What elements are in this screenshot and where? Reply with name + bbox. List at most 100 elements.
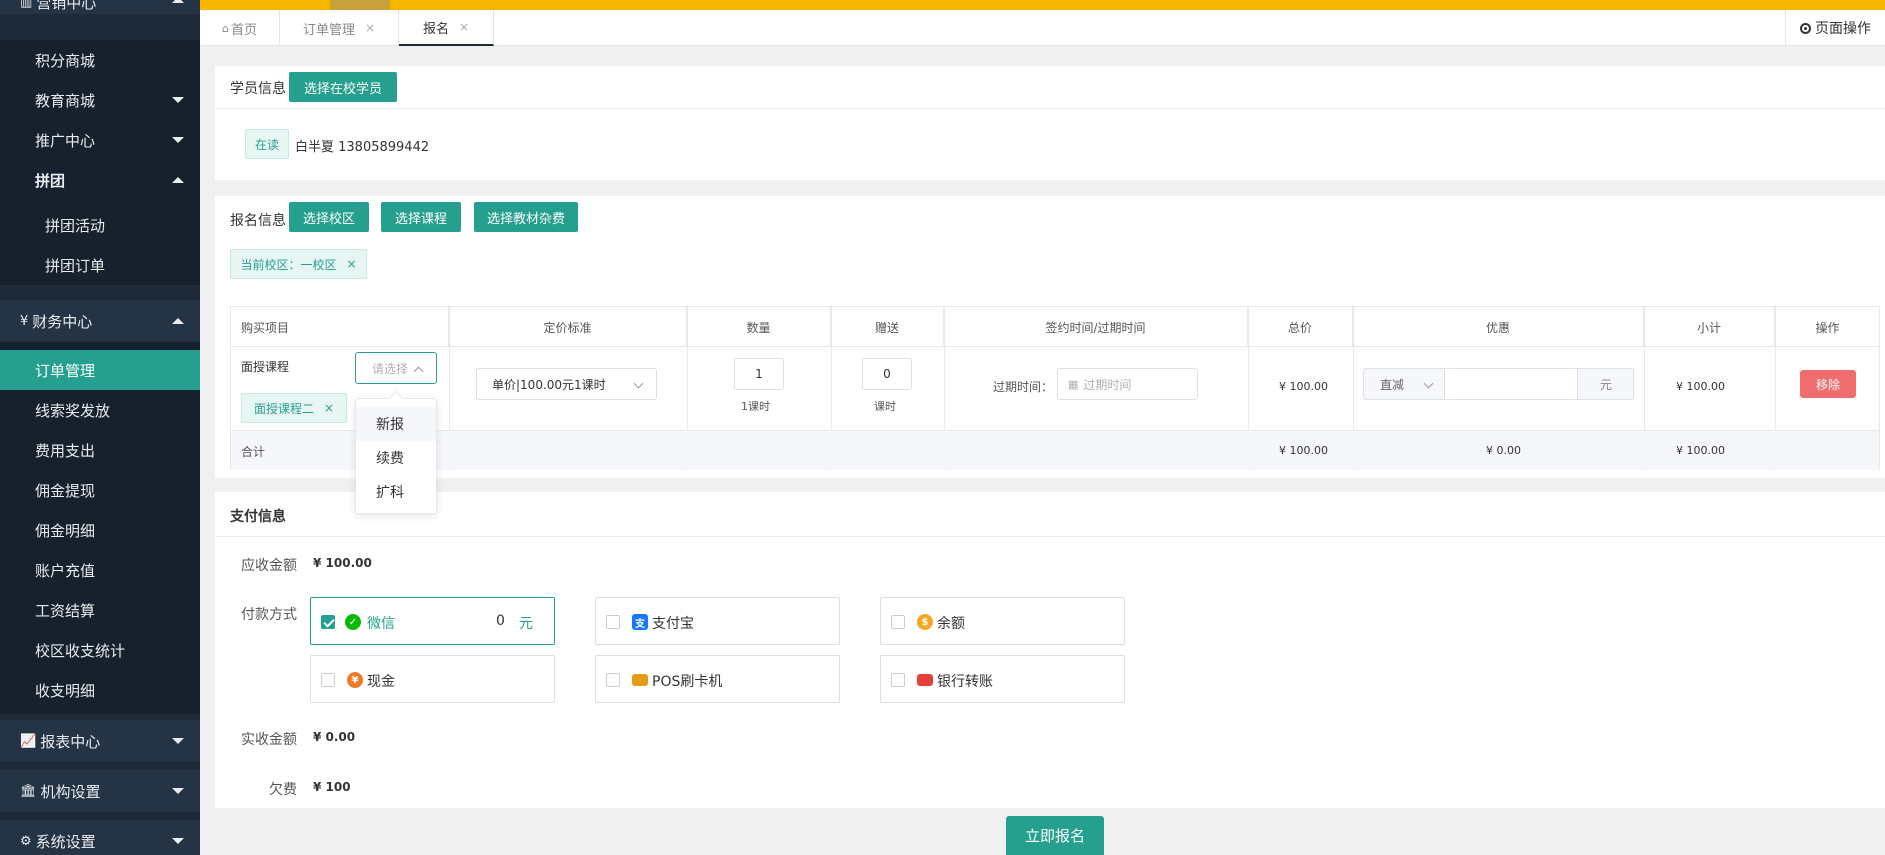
pricing-select[interactable]: 单价|100.00元1课时 xyxy=(476,368,657,400)
student-info-title: 学员信息 xyxy=(230,81,286,97)
payment-option-alipay[interactable]: 支 支付宝 xyxy=(595,597,840,645)
wechat-amount-unit: 元 xyxy=(519,616,533,632)
actual-amount-value: ¥ 0.00 xyxy=(313,730,356,744)
line-chart-icon: 📈 xyxy=(20,733,37,749)
sidebar-item-group-activity[interactable]: 拼团活动 xyxy=(0,205,200,245)
payment-option-balance[interactable]: $ 余额 xyxy=(880,597,1125,645)
checkbox[interactable] xyxy=(321,673,335,687)
payment-option-pos[interactable]: POS刷卡机 xyxy=(595,655,840,703)
checkbox[interactable] xyxy=(891,673,905,687)
checkbox[interactable] xyxy=(606,615,620,629)
sidebar-item-points-mall[interactable]: 积分商城 xyxy=(0,40,200,80)
receivable-value: ¥ 100.00 xyxy=(313,556,372,570)
student-name-phone: 白半夏 13805899442 xyxy=(295,140,430,155)
total-subtotal: ¥ 100.00 xyxy=(1676,444,1725,457)
owed-value: ¥ 100 xyxy=(313,780,351,794)
top-accent-bar xyxy=(200,0,1885,10)
checkbox[interactable] xyxy=(606,673,620,687)
student-info-panel: 学员信息 选择在校学员 在读 白半夏 13805899442 xyxy=(215,66,1885,180)
wechat-amount-input[interactable]: 0 xyxy=(496,613,505,629)
close-icon[interactable]: × xyxy=(459,20,469,34)
quantity-unit: 1课时 xyxy=(741,400,770,413)
enroll-type-select[interactable]: 请选择 xyxy=(355,352,437,384)
row-subtotal: ¥ 100.00 xyxy=(1676,380,1725,393)
tab-enroll[interactable]: 报名 × xyxy=(399,10,494,46)
sidebar-item-group-orders[interactable]: 拼团订单 xyxy=(0,245,200,285)
total-label: 合计 xyxy=(241,445,266,459)
chevron-down-icon xyxy=(172,738,184,744)
sidebar-item-account-recharge[interactable]: 账户充值 xyxy=(0,550,200,590)
submit-enroll-button[interactable]: 立即报名 xyxy=(1006,816,1104,855)
sidebar-item-reports[interactable]: 📈 报表中心 xyxy=(0,720,200,762)
select-campus-button[interactable]: 选择校区 xyxy=(289,202,369,232)
expire-date-input[interactable]: ▦ 过期时间 xyxy=(1057,368,1198,400)
checkbox-checked[interactable] xyxy=(321,615,335,629)
sidebar-item-system-settings[interactable]: ⚙ 系统设置 xyxy=(0,820,200,855)
balance-bag-icon: $ xyxy=(917,614,933,630)
tab-home[interactable]: ⌂ 首页 xyxy=(200,10,280,46)
sidebar-item-commission-detail[interactable]: 佣金明细 xyxy=(0,510,200,550)
payment-method-label: 付款方式 xyxy=(241,607,297,623)
sidebar-item-org-settings[interactable]: 🏛 机构设置 xyxy=(0,770,200,812)
current-campus-tag: 当前校区：一校区 × xyxy=(230,249,367,279)
sidebar-item-lead-reward[interactable]: 线索奖发放 xyxy=(0,390,200,430)
calendar-icon: ▦ xyxy=(1068,377,1079,391)
tab-bar: ⌂ 首页 订单管理 × 报名 × 页面操作 xyxy=(200,10,1885,46)
yen-icon: ¥ xyxy=(20,313,29,329)
sidebar-item-order-management[interactable]: 订单管理 xyxy=(0,350,200,390)
alipay-icon: 支 xyxy=(632,614,648,630)
sidebar: ▥ 营销中心 积分商城 教育商城 推广中心 拼团 拼团活动 拼团订单 ¥ 财务中… xyxy=(0,0,200,855)
gears-icon: ⚙ xyxy=(20,833,32,849)
remove-button[interactable]: 移除 xyxy=(1800,370,1856,398)
chevron-down-icon xyxy=(172,97,184,103)
close-icon[interactable]: × xyxy=(346,257,356,271)
chevron-up-icon xyxy=(172,0,184,3)
select-course-button[interactable]: 选择课程 xyxy=(381,202,461,232)
chevron-down-icon xyxy=(1423,378,1434,389)
total-discount: ¥ 0.00 xyxy=(1486,444,1521,457)
cash-icon: ¥ xyxy=(347,672,363,688)
sidebar-item-education-mall[interactable]: 教育商城 xyxy=(0,80,200,120)
close-icon[interactable]: × xyxy=(365,21,375,35)
sidebar-item-income-detail[interactable]: 收支明细 xyxy=(0,670,200,710)
sidebar-item-marketing[interactable]: ▥ 营销中心 xyxy=(0,0,200,14)
sidebar-item-expenses[interactable]: 费用支出 xyxy=(0,430,200,470)
discount-group: 直减 元 xyxy=(1363,368,1634,400)
sidebar-item-salary[interactable]: 工资结算 xyxy=(0,590,200,630)
enroll-info-title: 报名信息 xyxy=(230,213,286,229)
payment-option-bank[interactable]: 银行转账 xyxy=(880,655,1125,703)
option-new[interactable]: 新报 xyxy=(356,407,436,441)
pos-card-icon xyxy=(632,674,648,686)
chevron-down-icon xyxy=(172,137,184,143)
quantity-input[interactable]: 1 xyxy=(734,358,784,390)
marketing-icon: ▥ xyxy=(20,0,33,10)
sidebar-item-promotion[interactable]: 推广中心 xyxy=(0,120,200,160)
table-header: 购买项目 定价标准 数量 赠送 签约时间/过期时间 总价 优惠 小计 操作 xyxy=(231,307,1879,347)
bank-card-icon xyxy=(917,674,933,686)
expire-label: 过期时间： xyxy=(993,380,1054,394)
sidebar-item-campus-stats[interactable]: 校区收支统计 xyxy=(0,630,200,670)
chevron-up-icon xyxy=(413,366,424,377)
sidebar-item-commission-withdraw[interactable]: 佣金提现 xyxy=(0,470,200,510)
status-badge: 在读 xyxy=(245,129,289,159)
discount-unit: 元 xyxy=(1599,377,1612,392)
page-operations-button[interactable]: 页面操作 xyxy=(1785,10,1885,46)
wechat-icon: ✓ xyxy=(345,614,361,630)
select-materials-button[interactable]: 选择教材杂费 xyxy=(474,202,578,232)
gift-input[interactable]: 0 xyxy=(862,358,912,390)
enroll-type-dropdown: 新报 续费 扩科 xyxy=(355,390,437,514)
enroll-table: 购买项目 定价标准 数量 赠送 签约时间/过期时间 总价 优惠 小计 操作 面授… xyxy=(230,306,1880,471)
close-icon[interactable]: × xyxy=(324,401,334,415)
option-expand[interactable]: 扩科 xyxy=(356,475,436,509)
discount-type-select[interactable]: 直减 xyxy=(1364,369,1444,399)
payment-option-wechat[interactable]: ✓ 微信 0 元 xyxy=(310,597,555,645)
sidebar-item-group-buy[interactable]: 拼团 xyxy=(0,160,200,200)
select-student-button[interactable]: 选择在校学员 xyxy=(289,72,398,102)
option-renew[interactable]: 续费 xyxy=(356,441,436,475)
sidebar-item-finance[interactable]: ¥ 财务中心 xyxy=(0,300,200,342)
checkbox[interactable] xyxy=(891,615,905,629)
payment-option-cash[interactable]: ¥ 现金 xyxy=(310,655,555,703)
chevron-down-icon xyxy=(633,378,644,389)
tab-order-management[interactable]: 订单管理 × xyxy=(280,10,399,46)
discount-amount-input[interactable] xyxy=(1444,368,1578,400)
